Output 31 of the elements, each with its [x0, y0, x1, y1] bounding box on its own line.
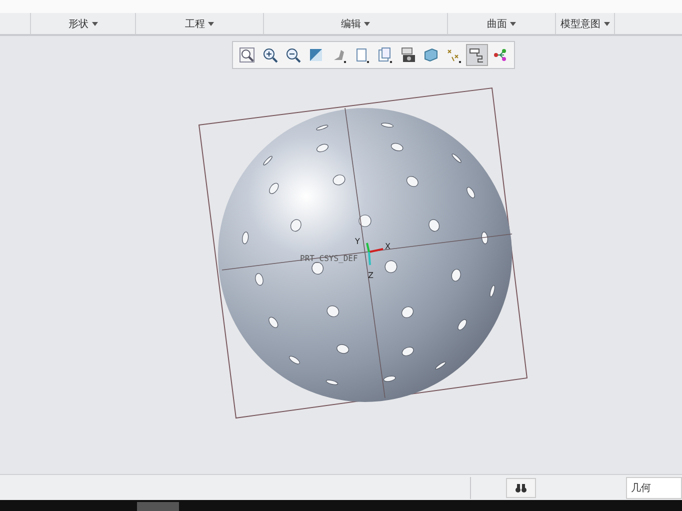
csys-label: PRT_CSYS_DEF	[300, 254, 358, 263]
planes-tool-button[interactable]	[466, 44, 488, 66]
caret-icon	[510, 22, 516, 26]
camera-icon	[402, 48, 415, 62]
caret-icon	[364, 22, 370, 26]
square-icon	[310, 49, 322, 61]
shaded-shape-icon	[334, 50, 346, 63]
plane-tag-icon	[470, 48, 484, 62]
caret-icon	[208, 22, 214, 26]
ribbon-group-menu[interactable]: 编辑	[339, 16, 372, 30]
nodes-icon	[494, 49, 506, 61]
cube-icon	[424, 48, 438, 62]
ribbon-group-menu[interactable]: 曲面	[485, 16, 518, 30]
caret-icon	[604, 22, 610, 26]
coordinate-system-icon	[366, 242, 384, 266]
page-icon	[356, 48, 369, 63]
axis-label: Y	[355, 237, 360, 246]
axis-label: Z	[368, 271, 374, 280]
points-icon	[448, 50, 461, 63]
selection-filter-field[interactable]: 几何	[626, 476, 682, 498]
zoom-in-icon	[264, 48, 278, 63]
zoom-out-icon	[286, 48, 301, 63]
stacked-pages-icon	[378, 48, 392, 63]
caret-icon	[92, 22, 98, 26]
magnifier-icon	[240, 48, 254, 62]
ribbon-group-menu[interactable]: 形状	[66, 16, 100, 30]
axis-label: X	[385, 242, 390, 251]
filter-button[interactable]	[506, 478, 536, 498]
ribbon-group-menu[interactable]: 工程	[183, 16, 216, 30]
ribbon-group-menu[interactable]: 模型意图	[558, 16, 612, 30]
binoculars-icon	[515, 482, 527, 494]
